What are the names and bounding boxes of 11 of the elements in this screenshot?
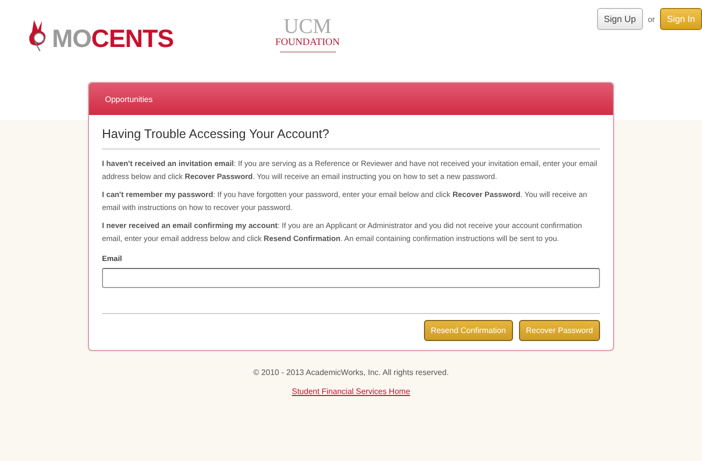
email-field[interactable] bbox=[102, 268, 600, 288]
home-link[interactable]: Student Financial Services Home bbox=[292, 387, 410, 396]
partner-logo: UCM FOUNDATION bbox=[268, 16, 347, 53]
recover-button[interactable]: Recover Password bbox=[518, 320, 600, 341]
copyright-text: © 2010 - 2013 AcademicWorks, Inc. All rights reserved. bbox=[253, 368, 449, 377]
or-label: or bbox=[648, 14, 655, 24]
logo-text: MOCENTS bbox=[52, 26, 174, 52]
panel-tab[interactable]: Opportunities bbox=[105, 94, 153, 104]
resend-button[interactable]: Resend Confirmation bbox=[424, 320, 513, 341]
panel-title: Having Trouble Accessing Your Account? bbox=[102, 127, 330, 141]
sign-up-button[interactable]: Sign Up bbox=[596, 8, 643, 30]
